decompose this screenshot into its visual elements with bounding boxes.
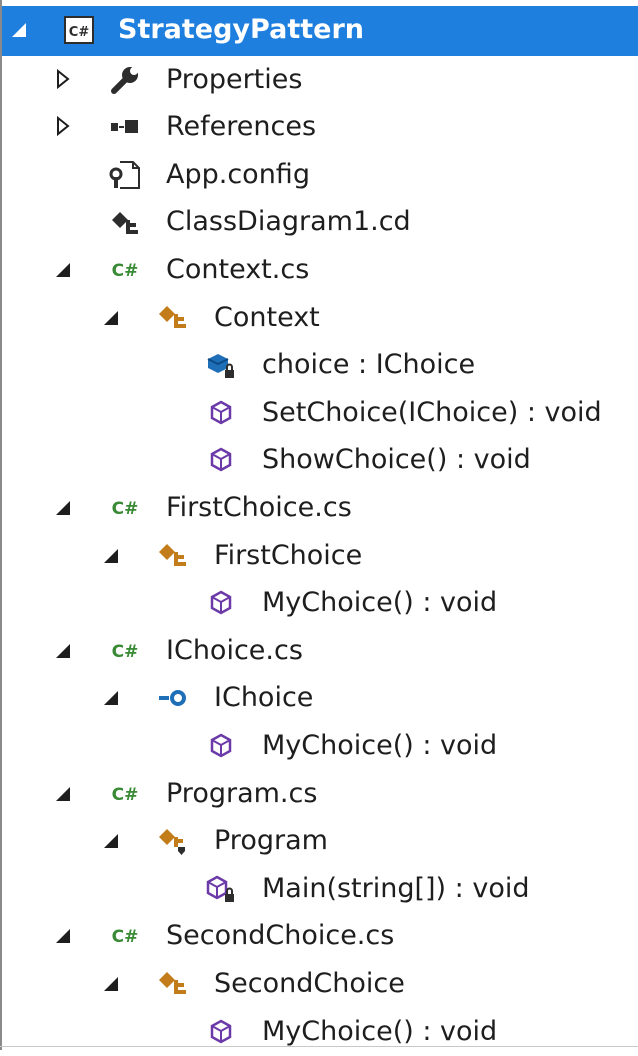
method-icon — [204, 1016, 238, 1048]
tree-item-firstchoice-cs[interactable]: C# FirstChoice.cs — [2, 484, 638, 532]
tree-item-app-config[interactable]: App.config — [2, 151, 638, 199]
tree-item-label: SecondChoice — [214, 968, 405, 999]
tree-item-label: IChoice.cs — [166, 634, 303, 666]
tree-item-label: StrategyPattern — [118, 14, 364, 45]
tree-item-main-string-void[interactable]: Main(string[]) : void — [2, 865, 638, 913]
tree-item-strategypattern[interactable]: C# StrategyPattern — [2, 6, 638, 56]
tree-item-secondchoice[interactable]: SecondChoice — [2, 960, 638, 1008]
tree-item-program-cs[interactable]: C# Program.cs — [2, 770, 638, 818]
tree-item-references[interactable]: References — [2, 103, 638, 151]
collapse-arrow-icon[interactable] — [54, 924, 72, 946]
expand-arrow-icon[interactable] — [54, 68, 72, 90]
tree-item-showchoice-void[interactable]: ShowChoice() : void — [2, 436, 638, 484]
private-method-icon — [204, 873, 238, 905]
collapse-arrow-icon[interactable] — [54, 258, 72, 280]
interface-icon — [156, 682, 190, 714]
svg-text:C#: C# — [112, 785, 139, 805]
tree-item-label: ShowChoice() : void — [262, 444, 531, 476]
svg-text:C#: C# — [69, 25, 90, 40]
csharp-file-icon: C# — [108, 254, 142, 286]
collapse-arrow-icon[interactable] — [102, 686, 120, 708]
collapse-arrow-icon[interactable] — [54, 782, 72, 804]
tree-item-label: FirstChoice.cs — [166, 492, 352, 523]
tree-item-mychoice-void[interactable]: MyChoice() : void — [2, 1008, 638, 1056]
tree-item-firstchoice[interactable]: FirstChoice — [2, 532, 638, 580]
class-diagram-icon — [108, 206, 142, 238]
method-icon — [204, 444, 238, 476]
collapse-arrow-icon[interactable] — [54, 496, 72, 518]
svg-text:C#: C# — [112, 261, 139, 281]
class-icon — [156, 968, 190, 1000]
tree-item-label: Program.cs — [166, 777, 318, 809]
tree-item-classdiagram1-cd[interactable]: ClassDiagram1.cd — [2, 198, 638, 246]
tree-item-ichoice[interactable]: IChoice — [2, 674, 638, 722]
csharp-project-icon: C# — [62, 14, 96, 46]
method-icon — [204, 397, 238, 429]
internal-class-icon — [156, 825, 190, 857]
tree-item-label: Properties — [166, 63, 303, 95]
collapse-arrow-icon[interactable] — [10, 18, 28, 40]
tree-item-label: SetChoice(IChoice) : void — [262, 396, 602, 428]
tree-item-label: choice : IChoice — [262, 349, 476, 381]
method-icon — [204, 587, 238, 619]
tree-item-secondchoice-cs[interactable]: C# SecondChoice.cs — [2, 912, 638, 960]
method-icon — [204, 730, 238, 762]
collapse-arrow-icon[interactable] — [102, 829, 120, 851]
tree-item-ichoice-cs[interactable]: C# IChoice.cs — [2, 627, 638, 675]
config-file-icon — [108, 159, 142, 191]
tree-item-label: References — [166, 111, 317, 143]
collapse-arrow-icon[interactable] — [102, 544, 120, 566]
wrench-icon — [108, 64, 142, 96]
tree-item-label: FirstChoice — [214, 539, 363, 571]
tree-item-mychoice-void[interactable]: MyChoice() : void — [2, 579, 638, 627]
collapse-arrow-icon[interactable] — [102, 972, 120, 994]
tree-item-label: Context.cs — [166, 254, 310, 285]
tree-item-context[interactable]: Context — [2, 294, 638, 342]
tree-item-label: Program — [214, 825, 328, 857]
tree-item-label: MyChoice() : void — [262, 730, 498, 761]
collapse-arrow-icon[interactable] — [102, 306, 120, 328]
class-icon — [156, 540, 190, 572]
svg-text:C#: C# — [112, 642, 139, 662]
expand-arrow-icon[interactable] — [54, 115, 72, 137]
csharp-file-icon: C# — [108, 920, 142, 952]
collapse-arrow-icon[interactable] — [54, 639, 72, 661]
tree-item-label: Main(string[]) : void — [262, 872, 530, 904]
private-field-icon — [204, 349, 238, 381]
tree-item-context-cs[interactable]: C# Context.cs — [2, 246, 638, 294]
tree-item-label: SecondChoice.cs — [166, 920, 395, 952]
tree-item-mychoice-void[interactable]: MyChoice() : void — [2, 722, 638, 770]
tree-item-choice-ichoice[interactable]: choice : IChoice — [2, 341, 638, 389]
class-icon — [156, 302, 190, 334]
svg-text:C#: C# — [112, 927, 139, 947]
tree-item-program[interactable]: Program — [2, 817, 638, 865]
tree-item-setchoice-ichoice-void[interactable]: SetChoice(IChoice) : void — [2, 389, 638, 437]
csharp-file-icon: C# — [108, 778, 142, 810]
tree-item-label: MyChoice() : void — [262, 1015, 498, 1047]
tree-item-properties[interactable]: Properties — [2, 56, 638, 104]
tree-item-label: ClassDiagram1.cd — [166, 206, 411, 238]
tree-item-label: Context — [214, 301, 320, 333]
tree-item-label: App.config — [166, 158, 310, 190]
svg-text:C#: C# — [112, 499, 139, 519]
csharp-file-icon: C# — [108, 492, 142, 524]
tree-item-label: IChoice — [214, 682, 314, 714]
csharp-file-icon: C# — [108, 635, 142, 667]
tree-bottom-border — [0, 1046, 638, 1047]
tree-item-label: MyChoice() : void — [262, 587, 498, 619]
solution-explorer-tree: C# StrategyPattern Properties References App… — [0, 0, 638, 1050]
references-icon — [108, 111, 142, 143]
